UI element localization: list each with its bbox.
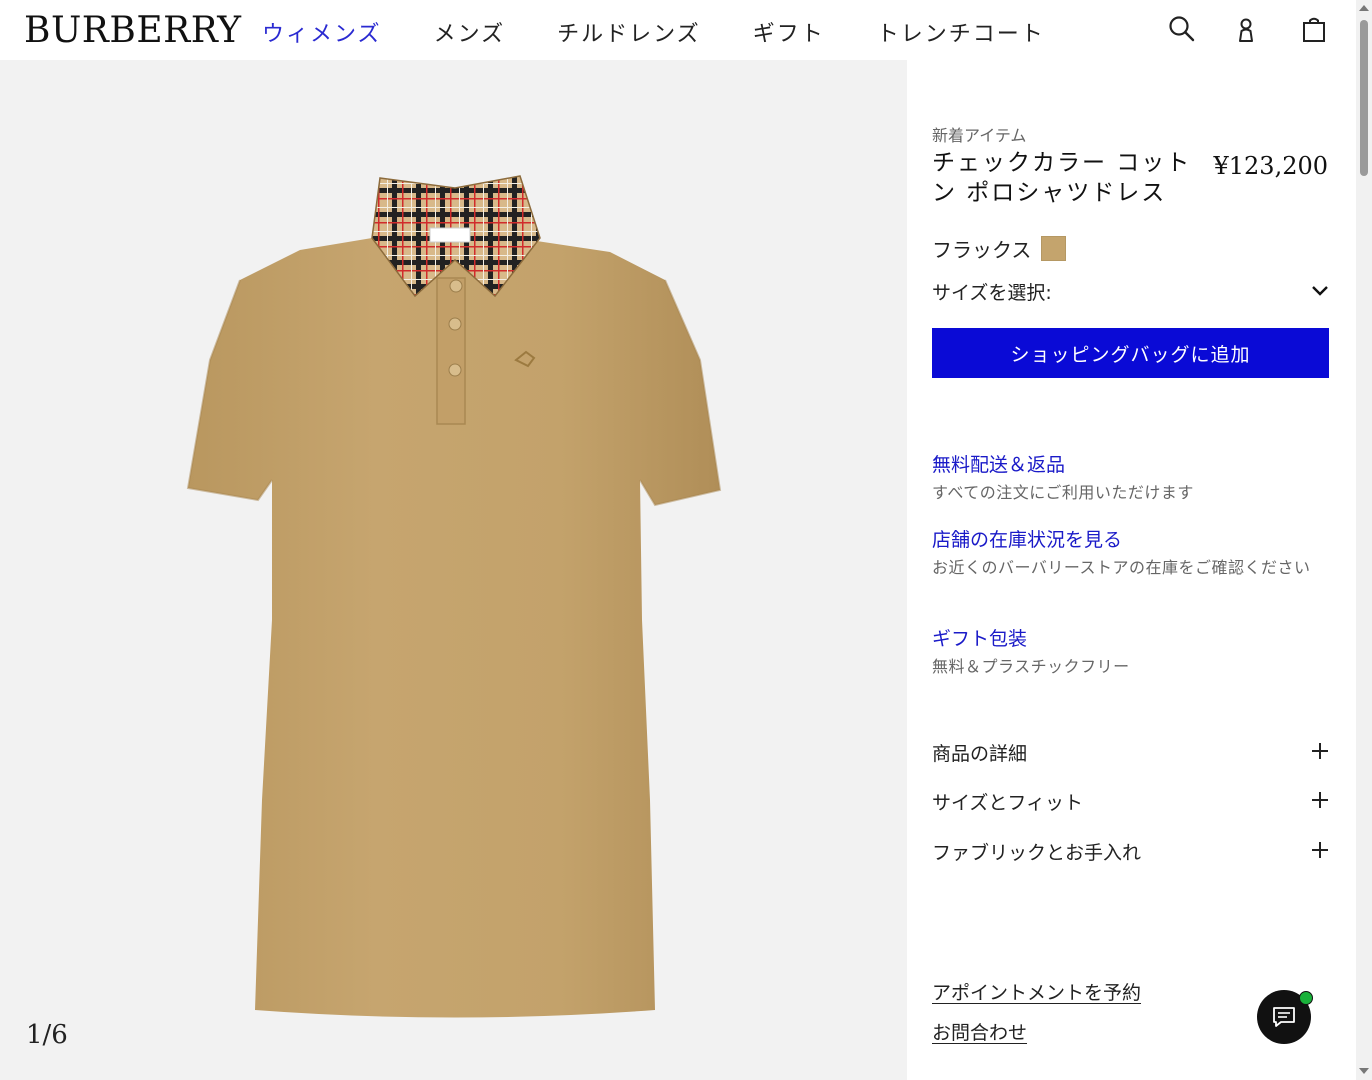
color-selector: フラックス <box>932 234 1067 263</box>
size-selector[interactable]: サイズを選択: <box>932 276 1329 306</box>
size-label: サイズを選択: <box>932 281 1052 304</box>
chevron-down-icon <box>1311 282 1329 301</box>
contact-us-link[interactable]: お問合わせ <box>932 1018 1027 1045</box>
product-title: チェックカラー コットン ポロシャツドレス <box>932 150 1192 206</box>
shipping-returns-link[interactable]: 無料配送＆返品 <box>932 450 1329 477</box>
nav-item-mens[interactable]: メンズ <box>434 16 506 48</box>
book-appointment-link[interactable]: アポイントメントを予約 <box>932 978 1141 1005</box>
brand-logo[interactable]: BURBERRY <box>24 10 242 51</box>
online-status-dot <box>1299 991 1313 1005</box>
nav-item-gifts[interactable]: ギフト <box>753 16 825 48</box>
accordion-label: ファブリックとお手入れ <box>932 841 1142 864</box>
service-gift-wrap: ギフト包装 無料＆プラスチックフリー <box>932 624 1329 679</box>
nav-item-trench-coats[interactable]: トレンチコート <box>877 16 1045 48</box>
new-arrival-tag: 新着アイテム <box>932 126 1027 145</box>
store-stock-desc: お近くのバーバリーストアの在庫をご確認ください <box>932 558 1311 577</box>
gift-wrap-desc: 無料＆プラスチックフリー <box>932 657 1130 676</box>
site-header: BURBERRY ウィメンズ メンズ チルドレンズ ギフト トレンチコート <box>0 0 1356 60</box>
scroll-down-icon[interactable] <box>1359 1068 1369 1074</box>
main-nav: ウィメンズ メンズ チルドレンズ ギフト トレンチコート <box>262 16 1045 48</box>
service-shipping: 無料配送＆返品 すべての注文にご利用いただけます <box>932 450 1329 505</box>
scroll-up-icon[interactable] <box>1359 5 1369 11</box>
color-swatch[interactable] <box>1041 236 1067 261</box>
nav-item-children[interactable]: チルドレンズ <box>557 16 701 48</box>
account-icon[interactable] <box>1230 14 1262 46</box>
accordion-product-details[interactable]: 商品の詳細 <box>932 737 1329 767</box>
chat-icon <box>1272 1006 1296 1032</box>
nav-item-womens[interactable]: ウィメンズ <box>262 16 382 48</box>
service-store-stock: 店舗の在庫状況を見る お近くのバーバリーストアの在庫をご確認ください <box>932 525 1329 580</box>
store-stock-link[interactable]: 店舗の在庫状況を見る <box>932 525 1329 552</box>
accordion-fabric-care[interactable]: ファブリックとお手入れ <box>932 836 1329 866</box>
plus-icon <box>1311 788 1329 814</box>
accordion-label: サイズとフィット <box>932 791 1084 814</box>
bag-icon[interactable] <box>1298 14 1330 46</box>
add-to-bag-button[interactable]: ショッピングバッグに追加 <box>932 328 1329 378</box>
page-scrollbar[interactable] <box>1356 0 1372 1080</box>
chat-button[interactable] <box>1257 990 1313 1044</box>
scrollbar-thumb[interactable] <box>1360 20 1368 176</box>
plus-icon <box>1311 739 1329 765</box>
search-icon[interactable] <box>1166 14 1198 46</box>
gift-wrap-link[interactable]: ギフト包装 <box>932 624 1329 651</box>
product-image <box>186 175 722 1018</box>
image-counter: 1/6 <box>26 1020 68 1050</box>
shipping-returns-desc: すべての注文にご利用いただけます <box>932 483 1194 502</box>
accordion-label: 商品の詳細 <box>932 742 1028 765</box>
product-image-gallery[interactable]: 1/6 <box>0 60 907 1080</box>
plus-icon <box>1311 838 1329 864</box>
product-info-panel: 新着アイテム チェックカラー コットン ポロシャツドレス ¥123,200 フラ… <box>907 60 1356 1080</box>
color-label: フラックス <box>932 238 1032 262</box>
accordion-size-fit[interactable]: サイズとフィット <box>932 786 1329 816</box>
product-price: ¥123,200 <box>1213 152 1328 180</box>
